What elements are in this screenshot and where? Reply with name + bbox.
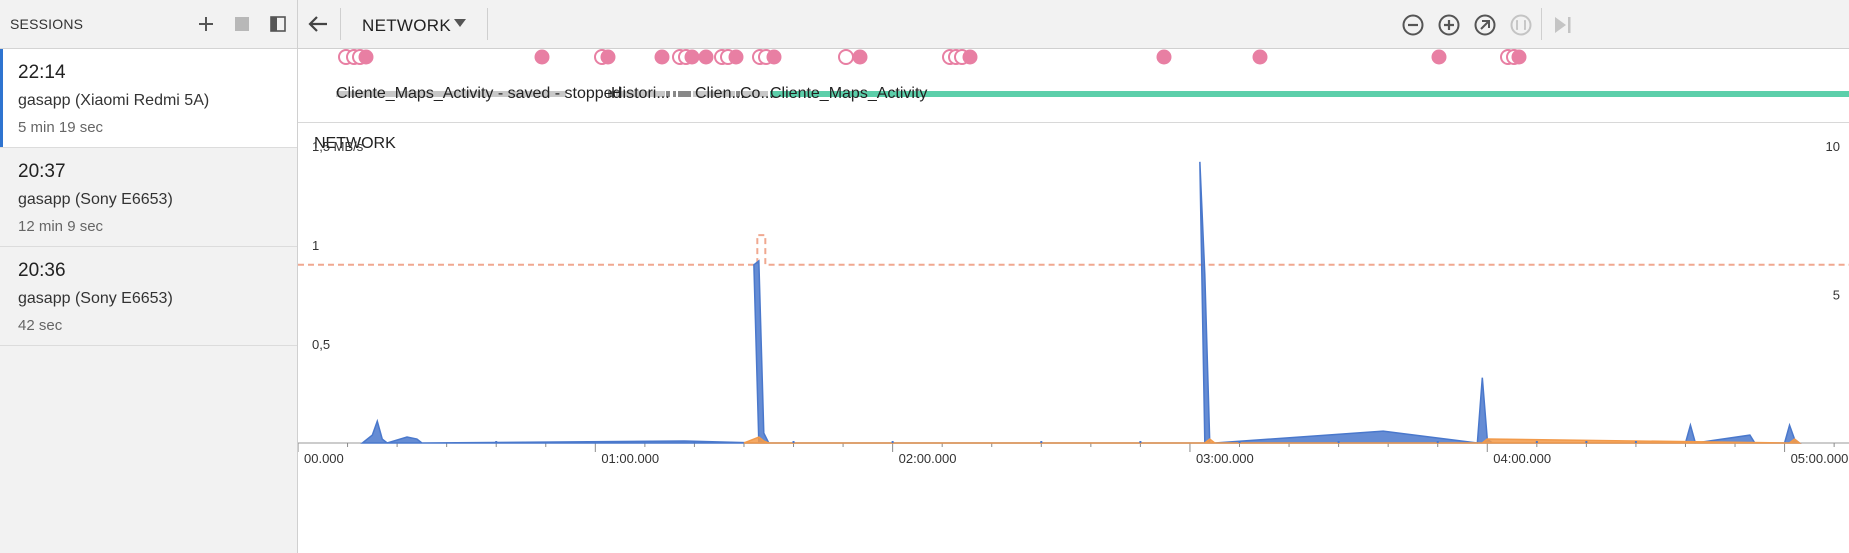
series-connections [298, 234, 1849, 266]
y-right-tick-label: 10 [1826, 139, 1840, 154]
activity-label[interactable]: Cliente_Maps_Activity [770, 85, 927, 103]
y-right-tick-label: 5 [1833, 288, 1840, 303]
event-marker[interactable] [654, 49, 670, 65]
session-time: 20:37 [18, 161, 66, 182]
reset-zoom-icon [1474, 14, 1496, 36]
event-marker[interactable] [728, 49, 744, 65]
profiler-main: NETWORK Cliente_Maps_Activity - saved - … [298, 0, 1849, 553]
stop-icon [235, 17, 249, 31]
go-live-icon [1555, 17, 1571, 33]
event-marker[interactable] [1511, 49, 1527, 65]
event-marker[interactable] [358, 49, 374, 65]
session-device: gasapp (Sony E6653) [18, 191, 173, 208]
back-arrow-icon [308, 16, 327, 32]
event-marker[interactable] [684, 49, 700, 65]
series-received [360, 161, 1802, 444]
monitor-select[interactable]: NETWORK [344, 10, 466, 38]
activity-segment [673, 91, 676, 97]
sessions-panel: SESSIONS 22:14 gasapp (Xiaomi Redmi 5A) … [0, 0, 298, 553]
zoom-in-button[interactable] [1437, 13, 1461, 37]
collapse-panel-icon [270, 16, 286, 32]
activity-label[interactable]: Co... [740, 85, 774, 103]
event-timeline[interactable]: Cliente_Maps_Activity - saved - stopped … [298, 49, 1849, 123]
event-marker[interactable] [852, 49, 868, 65]
sessions-header: SESSIONS [0, 0, 297, 49]
zoom-out-icon [1402, 14, 1424, 36]
activity-label[interactable]: Cliente_Maps_Activity - saved - stopped [336, 85, 621, 103]
profiler-toolbar: NETWORK [298, 0, 1849, 49]
event-marker[interactable] [1156, 49, 1172, 65]
stop-session-button[interactable] [232, 14, 252, 34]
session-device: gasapp (Xiaomi Redmi 5A) [18, 92, 210, 109]
session-duration: 12 min 9 sec [18, 218, 104, 235]
session-item[interactable]: 20:36 gasapp (Sony E6653) 42 sec [0, 247, 297, 346]
session-duration: 42 sec [18, 317, 63, 334]
back-button[interactable] [306, 13, 330, 35]
toolbar-divider [1541, 8, 1542, 40]
event-marker[interactable] [600, 49, 616, 65]
y-left-tick-label: 1 [312, 238, 319, 253]
event-marker[interactable] [1431, 49, 1447, 65]
session-item[interactable]: 20:37 gasapp (Sony E6653) 12 min 9 sec [0, 148, 297, 247]
zoom-to-selection-icon [1510, 14, 1532, 36]
toolbar-divider [340, 8, 341, 40]
zoom-in-icon [1438, 14, 1460, 36]
session-item[interactable]: 22:14 gasapp (Xiaomi Redmi 5A) 5 min 19 … [0, 49, 297, 148]
plus-icon [199, 17, 213, 31]
session-time: 20:36 [18, 260, 66, 281]
zoom-to-selection-button[interactable] [1509, 13, 1533, 37]
x-tick-label: 00.000 [304, 451, 344, 466]
session-time: 22:14 [18, 62, 66, 83]
event-marker[interactable] [698, 49, 714, 65]
x-tick-label: 01:00.000 [601, 451, 659, 466]
activity-label[interactable]: Histori... [611, 85, 670, 103]
x-tick-label: 04:00.000 [1493, 451, 1551, 466]
toggle-panel-button[interactable] [268, 14, 288, 34]
x-tick-label: 02:00.000 [899, 451, 957, 466]
zoom-out-button[interactable] [1401, 13, 1425, 37]
monitor-select-label: NETWORK [362, 16, 451, 35]
event-marker[interactable] [962, 49, 978, 65]
add-session-button[interactable] [196, 14, 216, 34]
go-live-button[interactable] [1550, 13, 1574, 37]
reset-zoom-button[interactable] [1473, 13, 1497, 37]
y-left-tick-label: 0,5 [312, 337, 330, 352]
activity-segment [678, 91, 691, 97]
session-device: gasapp (Sony E6653) [18, 290, 173, 307]
event-marker[interactable] [766, 49, 782, 65]
chevron-down-icon [454, 19, 466, 27]
activity-label[interactable]: Clien... [695, 85, 745, 103]
toolbar-divider [487, 8, 488, 40]
session-duration: 5 min 19 sec [18, 119, 104, 136]
network-plot: 1,5 MB/s 1 0,5 10 5 00.000 01:00.000 02:00.000 0… [298, 139, 1849, 466]
event-marker[interactable] [1252, 49, 1268, 65]
activity-segment-active [770, 91, 1849, 97]
event-marker[interactable] [838, 49, 854, 65]
network-chart[interactable]: NETWORK 1,5 MB/s 1 0,5 10 5 00.000 01:00.000 02… [298, 123, 1849, 553]
y-left-tick-label: 1,5 MB/s [312, 139, 364, 154]
sessions-title: SESSIONS [10, 16, 84, 32]
x-tick-label: 05:00.000 [1791, 451, 1849, 466]
x-tick-label: 03:00.000 [1196, 451, 1254, 466]
event-marker[interactable] [534, 49, 550, 65]
